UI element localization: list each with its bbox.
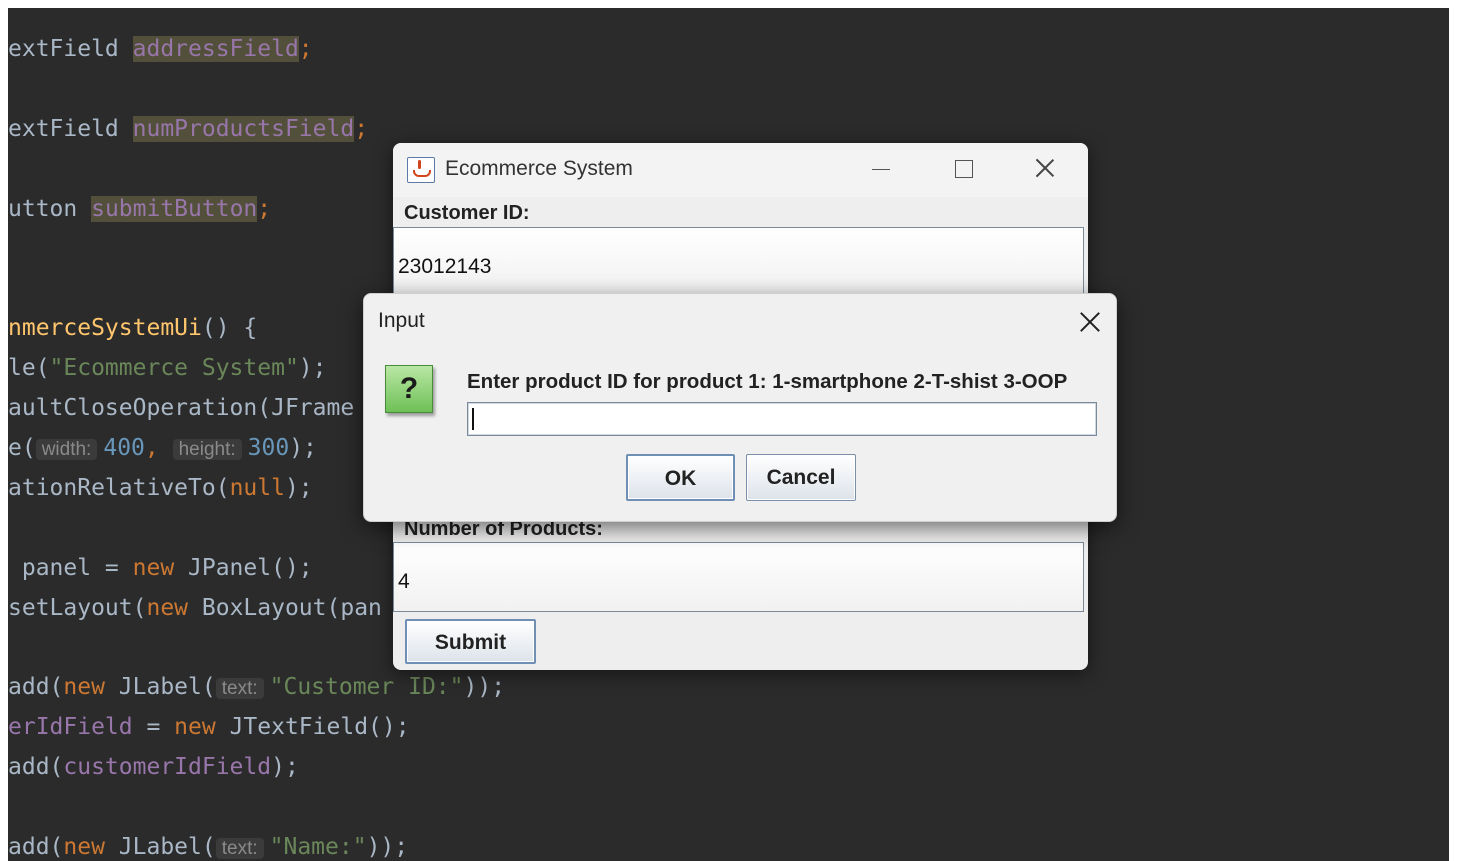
window-titlebar[interactable]: Ecommerce System: [393, 143, 1088, 197]
minimize-icon: [872, 169, 890, 170]
code-line: erIdField = new JTextField();: [8, 714, 410, 740]
ok-button[interactable]: OK: [626, 454, 735, 501]
close-icon: [1080, 312, 1100, 332]
num-products-field[interactable]: 4: [393, 542, 1084, 612]
customer-id-label: Customer ID:: [404, 202, 530, 224]
code-line: setLayout(new BoxLayout(pan: [8, 595, 382, 621]
code-line: ationRelativeTo(null);: [8, 475, 313, 501]
code-line: e(width: 400, height: 300);: [8, 435, 317, 461]
java-app-icon: [407, 157, 435, 183]
code-line: add(new JLabel(text: "Name:"));: [8, 834, 409, 860]
code-line: utton submitButton;: [8, 196, 272, 222]
question-icon: ?: [385, 365, 433, 413]
code-line: extField numProductsField;: [8, 116, 369, 142]
code-line: le("Ecommerce System");: [8, 355, 327, 381]
window-title: Ecommerce System: [445, 157, 633, 180]
submit-button[interactable]: Submit: [405, 619, 536, 664]
text-caret: [472, 408, 474, 430]
dialog-title: Input: [378, 309, 425, 332]
cancel-button[interactable]: Cancel: [746, 454, 856, 501]
dialog-close-button[interactable]: [1064, 300, 1116, 340]
dialog-prompt: Enter product ID for product 1: 1-smartp…: [467, 370, 1068, 393]
product-id-input[interactable]: [467, 402, 1097, 436]
maximize-icon: [955, 160, 973, 178]
code-line: aultCloseOperation(JFrame: [8, 395, 355, 421]
close-button[interactable]: [1015, 149, 1075, 189]
code-line: panel = new JPanel();: [8, 555, 313, 581]
minimize-button[interactable]: [851, 149, 911, 189]
code-line: nmerceSystemUi() {: [8, 315, 258, 341]
customer-id-value: 23012143: [398, 255, 492, 278]
maximize-button[interactable]: [933, 149, 993, 189]
code-line: add(new JLabel(text: "Customer ID:"));: [8, 674, 506, 700]
num-products-value: 4: [398, 570, 410, 593]
code-line: extField addressField;: [8, 36, 313, 62]
code-line: add(customerIdField);: [8, 754, 299, 780]
close-icon: [1035, 158, 1055, 178]
input-dialog: Input ? Enter product ID for product 1: …: [363, 293, 1117, 522]
customer-id-field[interactable]: 23012143: [393, 227, 1084, 297]
